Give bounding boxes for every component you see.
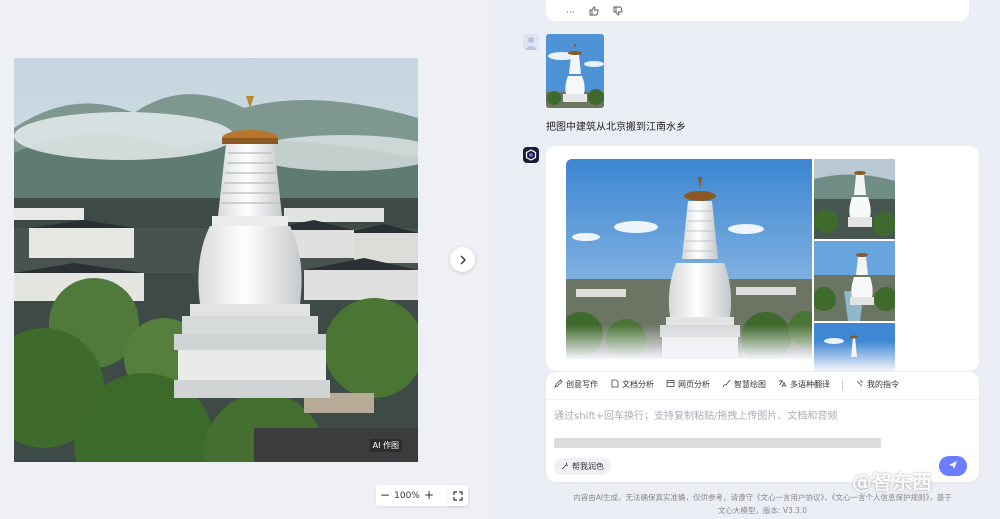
send-icon bbox=[948, 460, 958, 473]
thumb-fade-overlay bbox=[814, 341, 895, 371]
zoom-in-button[interactable]: + bbox=[420, 485, 438, 506]
send-button[interactable] bbox=[939, 456, 967, 476]
assistant-response-card bbox=[546, 146, 979, 371]
magic-wand-icon bbox=[561, 462, 569, 472]
preview-image: AI 作图 bbox=[14, 58, 418, 462]
chat-pane: ··· 把图中建筑从北京搬到江南水乡 创意写作 文档分析 网页分析 智慧绘图 多… bbox=[490, 0, 1000, 519]
tool-label: 网页分析 bbox=[678, 380, 710, 389]
command-icon bbox=[855, 379, 864, 390]
tool-creative-writing[interactable]: 创意写作 bbox=[554, 379, 598, 390]
doc-icon bbox=[610, 379, 619, 390]
ai-generated-badge: AI 作图 bbox=[369, 439, 402, 452]
app-root: AI 作图 − 100% + ··· 把图中建筑从北京搬到江南水乡 创意写作 文… bbox=[0, 0, 1000, 519]
tool-separator bbox=[842, 379, 843, 390]
more-options-button[interactable]: ··· bbox=[566, 8, 575, 18]
tool-web-analysis[interactable]: 网页分析 bbox=[666, 379, 710, 390]
next-image-button[interactable] bbox=[450, 247, 475, 272]
zoom-out-button[interactable]: − bbox=[376, 485, 394, 506]
polish-label: 帮我润色 bbox=[572, 462, 604, 471]
tool-label: 创意写作 bbox=[566, 380, 598, 389]
edit-icon bbox=[554, 379, 563, 390]
fullscreen-button[interactable] bbox=[448, 485, 468, 506]
user-uploaded-image[interactable] bbox=[546, 34, 604, 108]
prompt-input[interactable] bbox=[554, 406, 964, 426]
divider bbox=[546, 399, 979, 400]
tool-label: 智慧绘图 bbox=[734, 380, 766, 389]
thumbs-down-icon[interactable] bbox=[613, 6, 623, 19]
polish-button[interactable]: 帮我润色 bbox=[554, 458, 611, 475]
chevron-right-icon bbox=[458, 250, 468, 269]
tool-label: 多语种翻译 bbox=[790, 380, 830, 389]
disclaimer-line-2: 文心大模型，版本: V3.3.0 bbox=[717, 506, 808, 515]
watermark-text: @智东西 bbox=[852, 470, 932, 494]
image-fade-overlay bbox=[566, 325, 812, 359]
tool-label: 我的指令 bbox=[867, 380, 899, 389]
user-message-text: 把图中建筑从北京搬到江南水乡 bbox=[546, 122, 686, 133]
tool-bar: 创意写作 文档分析 网页分析 智慧绘图 多语种翻译 我的指令 bbox=[554, 379, 911, 390]
tool-translate[interactable]: 多语种翻译 bbox=[778, 379, 830, 390]
user-avatar bbox=[523, 34, 539, 50]
paint-icon bbox=[722, 379, 731, 390]
fullscreen-icon bbox=[453, 486, 463, 505]
tool-my-commands[interactable]: 我的指令 bbox=[855, 379, 899, 390]
assistant-avatar bbox=[523, 147, 539, 163]
tool-label: 文档分析 bbox=[622, 380, 654, 389]
tool-doc-analysis[interactable]: 文档分析 bbox=[610, 379, 654, 390]
horizontal-scrollbar[interactable] bbox=[554, 438, 881, 448]
translate-icon bbox=[778, 379, 787, 390]
zoom-level: 100% bbox=[394, 490, 420, 501]
generated-image-thumb-3[interactable] bbox=[814, 323, 895, 371]
tool-smart-drawing[interactable]: 智慧绘图 bbox=[722, 379, 766, 390]
message-actions: ··· bbox=[566, 6, 623, 19]
generated-image-main[interactable] bbox=[566, 159, 812, 359]
web-icon bbox=[666, 379, 675, 390]
generated-image-thumb-1[interactable] bbox=[814, 159, 895, 239]
generated-image-thumb-2[interactable] bbox=[814, 241, 895, 321]
thumbs-up-icon[interactable] bbox=[589, 6, 599, 19]
image-preview-pane: AI 作图 − 100% + bbox=[0, 0, 490, 519]
